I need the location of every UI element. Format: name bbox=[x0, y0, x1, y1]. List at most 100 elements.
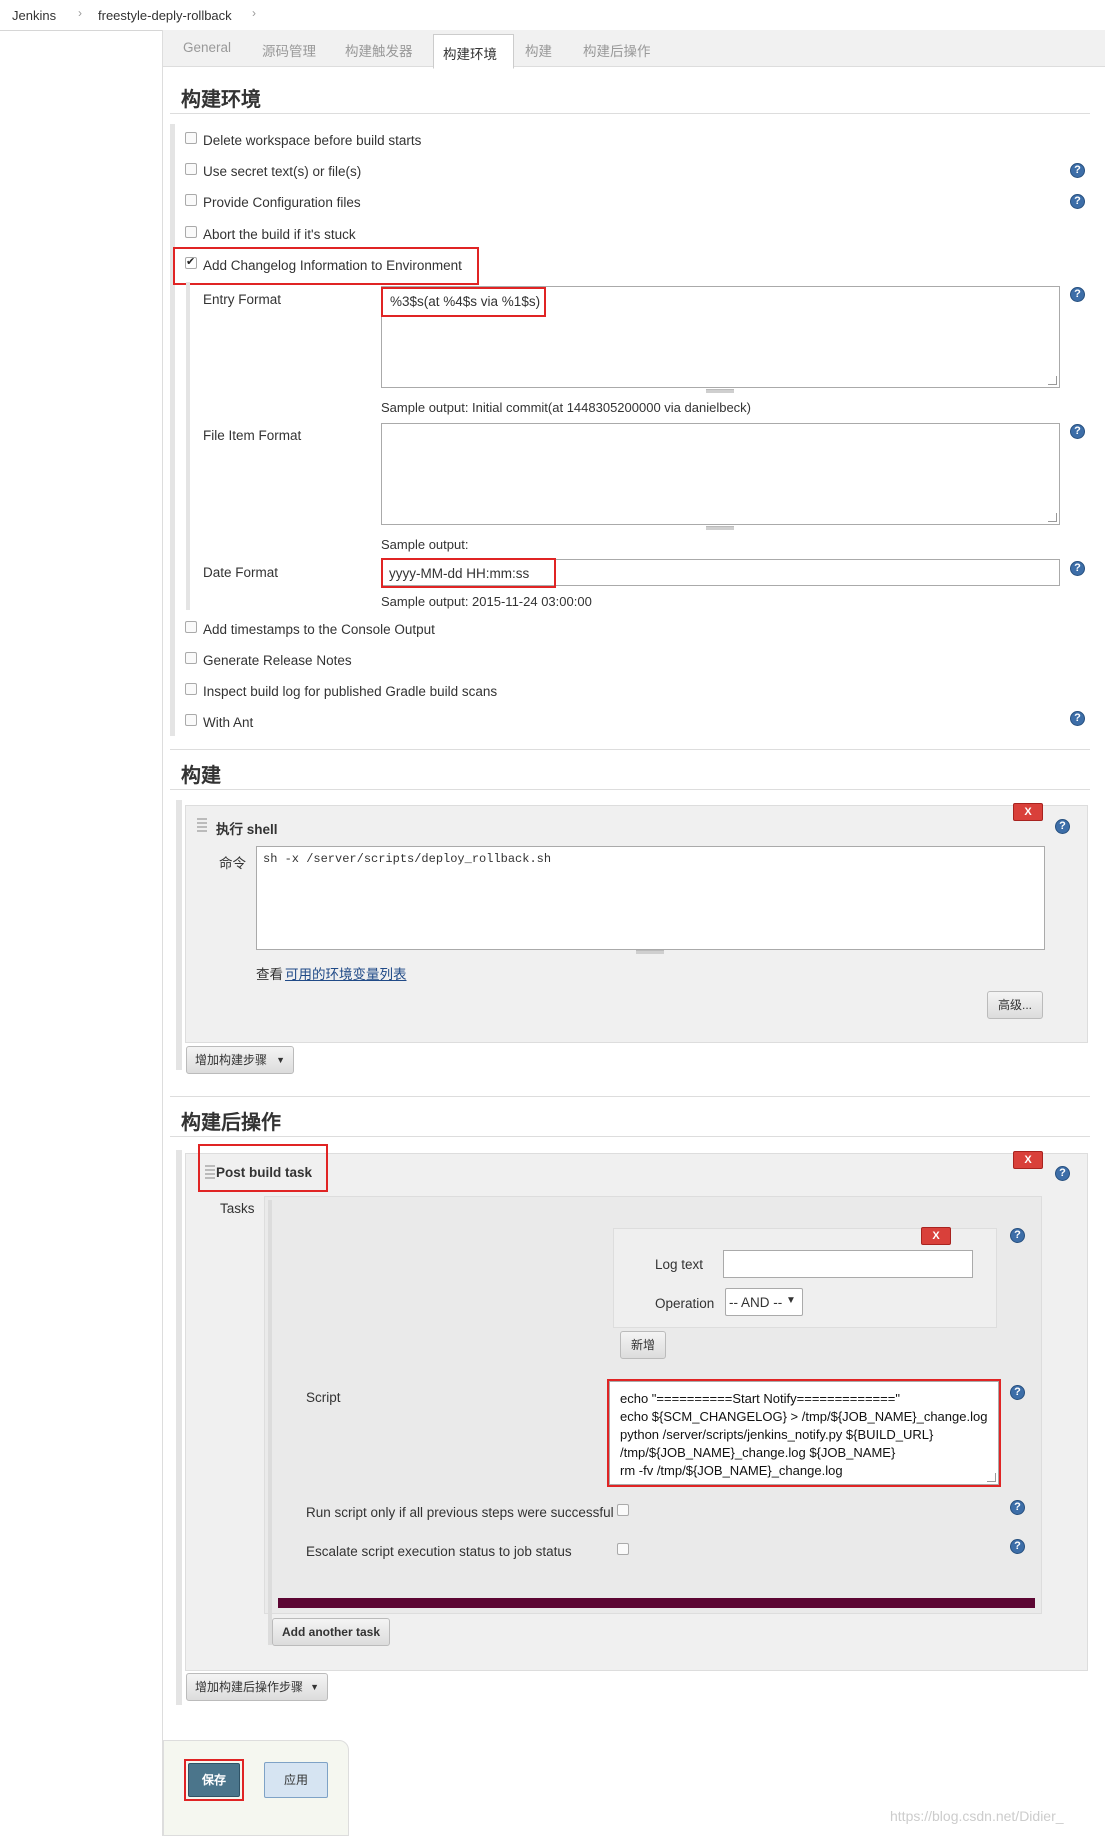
help-icon[interactable]: ? bbox=[1010, 1228, 1025, 1243]
help-icon[interactable]: ? bbox=[1070, 424, 1085, 439]
config-files-label: Provide Configuration files bbox=[203, 195, 361, 210]
tasks-label: Tasks bbox=[220, 1201, 255, 1216]
script-line: echo "==========Start Notify============… bbox=[620, 1391, 900, 1406]
textarea-grip[interactable] bbox=[636, 950, 664, 954]
tab-build-environment-label: 构建环境 bbox=[443, 47, 497, 62]
watermark: https://blog.csdn.net/Didier_ bbox=[890, 1808, 1064, 1824]
escalate-status-checkbox[interactable] bbox=[617, 1543, 629, 1555]
delete-post-step-button[interactable]: X bbox=[1013, 1151, 1043, 1169]
help-icon[interactable]: ? bbox=[1010, 1539, 1025, 1554]
save-button[interactable]: 保存 bbox=[188, 1763, 240, 1797]
help-icon[interactable]: ? bbox=[1070, 561, 1085, 576]
release-notes-label: Generate Release Notes bbox=[203, 653, 352, 668]
breadcrumb-separator: › bbox=[252, 6, 256, 20]
chevron-down-icon: ▼ bbox=[276, 1055, 285, 1065]
gradle-scans-label: Inspect build log for published Gradle b… bbox=[203, 684, 498, 699]
script-label: Script bbox=[306, 1390, 341, 1405]
file-item-format-label: File Item Format bbox=[203, 428, 302, 443]
run-only-successful-checkbox[interactable] bbox=[617, 1504, 629, 1516]
command-label: 命令 bbox=[219, 856, 246, 871]
help-icon[interactable]: ? bbox=[1070, 287, 1085, 302]
tab-build[interactable]: 构建 bbox=[525, 40, 552, 60]
drag-handle-icon[interactable] bbox=[197, 818, 207, 832]
chevron-down-icon: ▼ bbox=[786, 1295, 796, 1306]
operation-select[interactable]: -- AND -- ▼ bbox=[725, 1288, 803, 1316]
add-post-build-step-label: 增加构建后操作步骤 bbox=[195, 1680, 304, 1694]
execute-shell-title: 执行 shell bbox=[216, 822, 278, 837]
help-icon[interactable]: ? bbox=[1055, 819, 1070, 834]
config-files-checkbox[interactable] bbox=[185, 194, 197, 206]
add-post-build-step-button[interactable]: 增加构建后操作步骤 ▼ bbox=[186, 1673, 328, 1701]
build-env-title: 构建环境 bbox=[181, 89, 261, 111]
entry-format-value: %3$s(at %4$s via %1$s) bbox=[390, 294, 541, 309]
gradle-scans-checkbox[interactable] bbox=[185, 683, 197, 695]
env-vars-link[interactable]: 可用的环境变量列表 bbox=[285, 963, 407, 983]
delete-step-button[interactable]: X bbox=[1013, 803, 1043, 821]
timestamps-checkbox[interactable] bbox=[185, 621, 197, 633]
help-icon[interactable]: ? bbox=[1070, 194, 1085, 209]
section-left-bar bbox=[176, 1150, 182, 1705]
section-divider bbox=[170, 113, 1090, 114]
config-tab-bar: General 源码管理 构建触发器 构建 构建后操作 bbox=[163, 30, 1105, 67]
add-another-task-button[interactable]: Add another task bbox=[272, 1618, 390, 1646]
file-item-format-textarea[interactable] bbox=[381, 423, 1060, 525]
date-sample-output: Sample output: 2015-11-24 03:00:00 bbox=[381, 594, 592, 609]
add-build-step-label: 增加构建步骤 bbox=[195, 1053, 268, 1067]
apply-button[interactable]: 应用 bbox=[264, 1762, 328, 1798]
delete-log-text-button[interactable]: X bbox=[921, 1227, 951, 1245]
delete-workspace-label: Delete workspace before build starts bbox=[203, 133, 422, 148]
help-icon[interactable]: ? bbox=[1010, 1385, 1025, 1400]
help-icon[interactable]: ? bbox=[1010, 1500, 1025, 1515]
secret-text-label: Use secret text(s) or file(s) bbox=[203, 164, 362, 179]
abort-stuck-label: Abort the build if it's stuck bbox=[203, 227, 356, 242]
entry-format-label: Entry Format bbox=[203, 292, 282, 307]
secret-text-checkbox[interactable] bbox=[185, 163, 197, 175]
section-divider bbox=[170, 749, 1090, 750]
tab-triggers[interactable]: 构建触发器 bbox=[345, 40, 413, 60]
breadcrumb-separator: › bbox=[78, 6, 82, 20]
date-format-label: Date Format bbox=[203, 565, 279, 580]
resize-handle[interactable] bbox=[1048, 376, 1057, 385]
script-line: echo ${SCM_CHANGELOG} > /tmp/${JOB_NAME}… bbox=[620, 1409, 988, 1424]
help-icon[interactable]: ? bbox=[1070, 163, 1085, 178]
add-log-text-button[interactable]: 新增 bbox=[620, 1331, 666, 1359]
changelog-env-checkbox[interactable] bbox=[185, 255, 197, 269]
textarea-grip[interactable] bbox=[706, 389, 734, 393]
help-icon[interactable]: ? bbox=[1070, 711, 1085, 726]
entry-sample-output: Sample output: Initial commit(at 1448305… bbox=[381, 400, 752, 415]
resize-handle[interactable] bbox=[1048, 513, 1057, 522]
breadcrumb-job[interactable]: freestyle-deply-rollback bbox=[98, 8, 232, 23]
tab-scm[interactable]: 源码管理 bbox=[262, 40, 316, 60]
script-line: python /server/scripts/jenkins_notify.py… bbox=[620, 1427, 934, 1442]
script-content: echo "==========Start Notify============… bbox=[620, 1390, 987, 1480]
side-panel-divider bbox=[162, 30, 163, 1836]
nested-left-bar bbox=[268, 1200, 272, 1645]
script-line: /tmp/${JOB_NAME}_change.log ${JOB_NAME} bbox=[620, 1445, 896, 1460]
breadcrumb-jenkins[interactable]: Jenkins bbox=[12, 8, 56, 23]
section-left-bar bbox=[170, 124, 175, 736]
post-build-task-title: Post build task bbox=[216, 1165, 313, 1180]
log-text-input[interactable] bbox=[723, 1250, 973, 1278]
breadcrumb: Jenkins › freestyle-deply-rollback › bbox=[0, 0, 1105, 31]
textarea-grip[interactable] bbox=[706, 526, 734, 530]
section-left-bar bbox=[176, 800, 182, 1070]
with-ant-checkbox[interactable] bbox=[185, 714, 197, 726]
nested-left-bar bbox=[186, 282, 190, 610]
delete-workspace-checkbox[interactable] bbox=[185, 132, 197, 144]
log-text-label: Log text bbox=[655, 1257, 704, 1272]
tab-general[interactable]: General bbox=[183, 40, 231, 55]
advanced-button[interactable]: 高级... bbox=[987, 991, 1043, 1019]
drag-handle-icon[interactable] bbox=[205, 1165, 215, 1179]
tab-build-environment[interactable]: 构建环境 bbox=[433, 34, 514, 69]
build-title: 构建 bbox=[181, 765, 221, 787]
help-icon[interactable]: ? bbox=[1055, 1166, 1070, 1181]
with-ant-label: With Ant bbox=[203, 715, 254, 730]
post-build-title: 构建后操作 bbox=[181, 1112, 281, 1134]
release-notes-checkbox[interactable] bbox=[185, 652, 197, 664]
section-divider bbox=[170, 1096, 1090, 1097]
chevron-down-icon: ▼ bbox=[310, 1682, 319, 1692]
env-hint-prefix: 查看 bbox=[256, 967, 283, 982]
tab-post-build[interactable]: 构建后操作 bbox=[583, 40, 651, 60]
add-build-step-button[interactable]: 增加构建步骤 ▼ bbox=[186, 1046, 294, 1074]
abort-stuck-checkbox[interactable] bbox=[185, 226, 197, 238]
